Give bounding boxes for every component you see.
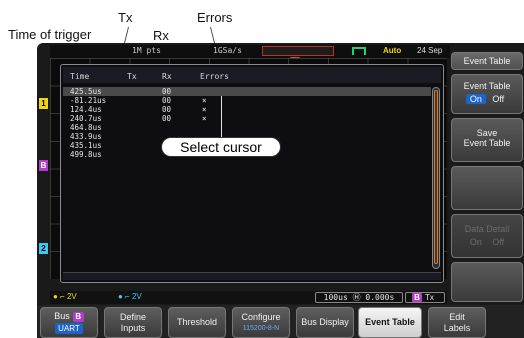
cell-rx: 00 xyxy=(162,114,172,123)
table-scrollbar[interactable] xyxy=(432,87,440,269)
table-footer xyxy=(63,272,441,280)
cell-time: 433.9us xyxy=(70,132,102,141)
side-menu-title: Event Table xyxy=(451,52,523,70)
event-table-button[interactable]: Event Table xyxy=(358,307,422,338)
event-table-window: Time Tx Rx Errors 425.5us 00 -81.21us 00 × 12… xyxy=(60,64,444,283)
cell-time: 240.7us xyxy=(70,114,102,123)
bus-button[interactable]: Bus B UART xyxy=(40,307,98,338)
cell-errors: × xyxy=(202,105,207,114)
scrollbar-thumb[interactable] xyxy=(434,90,438,264)
channel-1-marker[interactable]: 1 xyxy=(39,98,48,109)
select-cursor-pointer-line xyxy=(221,96,222,137)
table-row[interactable]: 124.4us 00 × xyxy=(63,105,431,114)
edit-labels-button[interactable]: Edit Labels xyxy=(428,307,486,338)
rx-callout: Rx xyxy=(153,28,169,43)
table-row[interactable]: -81.21us 00 × xyxy=(63,96,431,105)
event-table-toggle-label: Event Table xyxy=(463,81,511,91)
column-time: Time xyxy=(70,72,90,81)
bus-status: B Tx xyxy=(405,292,445,303)
cell-time: 425.5us xyxy=(70,87,102,96)
ch2-indicator: ● ⌐ 2V xyxy=(118,292,142,301)
define-inputs-button[interactable]: Define Inputs xyxy=(104,307,162,338)
record-length: 1M pts xyxy=(132,46,161,55)
configure-button[interactable]: Configure 115200-8-N xyxy=(232,307,290,338)
time-of-trigger-callout: Time of trigger xyxy=(8,27,92,42)
trigger-position-bar xyxy=(262,46,334,56)
event-table-off[interactable]: Off xyxy=(488,94,508,104)
bus-display-button[interactable]: Bus Display xyxy=(296,307,354,338)
trigger-edge-icon xyxy=(352,47,366,55)
data-detail-toggle[interactable]: Data Detail On Off xyxy=(451,214,523,258)
cell-errors: × xyxy=(202,96,207,105)
timebase-display: 100us Ⓗ 0.000s xyxy=(315,292,403,303)
bus-b-marker[interactable]: B xyxy=(39,160,48,171)
data-detail-on[interactable]: On xyxy=(466,237,486,247)
side-menu: Event Table Event Table On Off Save Even… xyxy=(449,50,524,305)
cell-errors: × xyxy=(202,114,207,123)
cell-rx: 00 xyxy=(162,96,172,105)
threshold-button[interactable]: Threshold xyxy=(168,307,226,338)
errors-callout: Errors xyxy=(197,10,233,25)
event-table-toggle[interactable]: Event Table On Off xyxy=(451,74,523,114)
column-rx: Rx xyxy=(162,72,172,81)
event-table-on[interactable]: On xyxy=(465,94,486,104)
empty-side-button-2[interactable] xyxy=(451,262,523,302)
table-row[interactable]: 240.7us 00 × xyxy=(63,114,431,123)
cell-time: 435.1us xyxy=(70,141,102,150)
trigger-mode: Auto xyxy=(383,46,402,55)
date-display: 24 Sep xyxy=(417,46,443,55)
ch1-indicator: ● ⌐ 2V xyxy=(53,292,77,301)
cell-time: -81.21us xyxy=(70,96,107,105)
tx-callout: Tx xyxy=(118,10,133,25)
select-cursor-callout: Select cursor xyxy=(161,137,281,157)
data-detail-off[interactable]: Off xyxy=(488,237,508,247)
cell-time: 499.8us xyxy=(70,150,102,159)
channel-2-marker[interactable]: 2 xyxy=(39,243,48,254)
table-body: 425.5us 00 -81.21us 00 × 124.4us 00 × 240.7us 00 ×… xyxy=(63,87,431,272)
cell-time: 124.4us xyxy=(70,105,102,114)
cell-rx: 00 xyxy=(162,105,172,114)
empty-side-button-1[interactable] xyxy=(451,166,523,210)
save-event-table-button[interactable]: Save Event Table xyxy=(451,118,523,162)
cell-time: 464.8us xyxy=(70,123,102,132)
table-row[interactable]: 425.5us 00 xyxy=(63,87,431,96)
table-header: Time Tx Rx Errors xyxy=(63,67,441,83)
column-tx: Tx xyxy=(127,72,137,81)
table-row[interactable]: 464.8us xyxy=(63,123,431,132)
cell-rx: 00 xyxy=(162,87,172,96)
column-errors: Errors xyxy=(200,72,229,81)
sample-rate: 1GSa/s xyxy=(213,46,242,55)
